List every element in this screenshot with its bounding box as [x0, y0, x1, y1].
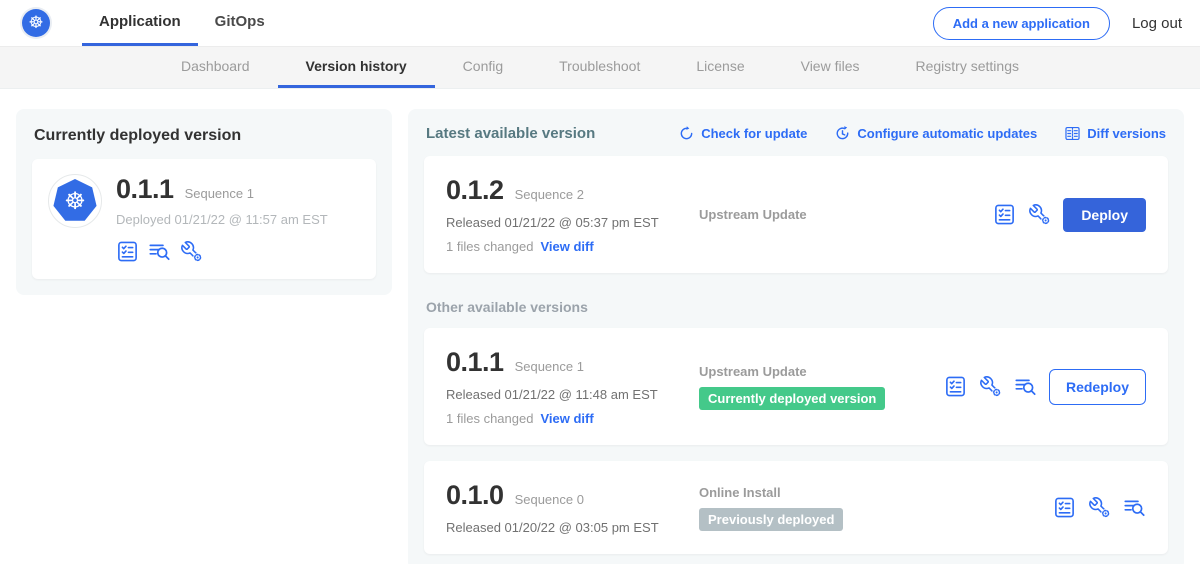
deploy-logs-icon[interactable] [1014, 375, 1037, 398]
subnav-label: Config [463, 58, 503, 74]
check-for-update-link[interactable]: Check for update [678, 125, 807, 142]
subnav-item-version-history[interactable]: Version history [278, 47, 435, 88]
currently-deployed-badge: Currently deployed version [699, 387, 885, 410]
version-sequence: Sequence 0 [515, 492, 584, 507]
version-history-page: Currently deployed version ☸ 0.1.1 Seque… [0, 89, 1200, 564]
subnav-label: License [696, 58, 744, 74]
deployed-sequence: Sequence 1 [185, 186, 254, 201]
version-sequence: Sequence 1 [515, 359, 584, 374]
released-timestamp: Released 01/20/22 @ 03:05 pm EST [446, 520, 699, 535]
deploy-logs-icon[interactable] [1123, 496, 1146, 519]
subnav-item-registry-settings[interactable]: Registry settings [888, 47, 1047, 88]
subnav-label: Dashboard [181, 58, 250, 74]
subnav-label: Troubleshoot [559, 58, 640, 74]
tab-gitops[interactable]: GitOps [198, 0, 282, 46]
edit-config-icon[interactable] [180, 240, 203, 263]
add-new-application-button[interactable]: Add a new application [933, 7, 1110, 40]
version-source: Online Install [699, 485, 1053, 500]
subnav-label: Registry settings [916, 58, 1019, 74]
version-card-0-1-1: 0.1.1 Sequence 1 Released 01/21/22 @ 11:… [424, 328, 1168, 445]
version-source: Upstream Update [699, 364, 944, 379]
preflight-checks-icon[interactable] [116, 240, 139, 263]
app-logo: ☸ [48, 174, 102, 228]
subnav-item-license[interactable]: License [668, 47, 772, 88]
kubernetes-wheel-icon: ☸ [28, 15, 43, 32]
subnav-label: Version history [306, 58, 407, 74]
app-subnav: Dashboard Version history Config Trouble… [0, 46, 1200, 89]
check-for-update-label: Check for update [701, 126, 807, 141]
schedule-update-icon [834, 125, 851, 142]
app-tabs: Application GitOps [82, 0, 282, 46]
tab-gitops-label: GitOps [215, 13, 265, 30]
diff-versions-label: Diff versions [1087, 126, 1166, 141]
released-timestamp: Released 01/21/22 @ 05:37 pm EST [446, 215, 699, 230]
deploy-button[interactable]: Deploy [1063, 198, 1146, 232]
version-number: 0.1.1 [446, 347, 504, 378]
deployed-timestamp: Deployed 01/21/22 @ 11:57 am EST [116, 212, 328, 227]
redeploy-button[interactable]: Redeploy [1049, 369, 1146, 405]
version-card-0-1-0: 0.1.0 Sequence 0 Released 01/20/22 @ 03:… [424, 461, 1168, 554]
deploy-logs-icon[interactable] [148, 240, 171, 263]
available-versions-panel: Latest available version Check for updat… [408, 109, 1184, 564]
view-diff-link[interactable]: View diff [540, 411, 593, 426]
other-available-versions-title: Other available versions [426, 299, 1166, 315]
previously-deployed-badge: Previously deployed [699, 508, 843, 531]
latest-available-title: Latest available version [426, 125, 595, 142]
preflight-checks-icon[interactable] [1053, 496, 1076, 519]
kubernetes-logo: ☸ [22, 9, 50, 37]
kubernetes-wheel-icon: ☸ [64, 189, 86, 213]
subnav-item-config[interactable]: Config [435, 47, 531, 88]
files-changed: 1 files changed [446, 411, 533, 426]
kubernetes-heptagon-icon: ☸ [53, 179, 97, 223]
subnav-item-troubleshoot[interactable]: Troubleshoot [531, 47, 668, 88]
refresh-icon [678, 125, 695, 142]
deployed-version-number: 0.1.1 [116, 174, 174, 205]
currently-deployed-card: ☸ 0.1.1 Sequence 1 Deployed 01/21/22 @ 1… [32, 159, 376, 279]
edit-config-icon[interactable] [1028, 203, 1051, 226]
version-number: 0.1.2 [446, 175, 504, 206]
subnav-item-view-files[interactable]: View files [773, 47, 888, 88]
currently-deployed-title: Currently deployed version [34, 127, 374, 145]
diff-icon [1064, 125, 1081, 142]
view-diff-link[interactable]: View diff [540, 239, 593, 254]
configure-automatic-updates-label: Configure automatic updates [857, 126, 1037, 141]
top-nav: ☸ Application GitOps Add a new applicati… [0, 0, 1200, 46]
subnav-label: View files [801, 58, 860, 74]
edit-config-icon[interactable] [979, 375, 1002, 398]
configure-automatic-updates-link[interactable]: Configure automatic updates [834, 125, 1037, 142]
files-changed: 1 files changed [446, 239, 533, 254]
logout-link[interactable]: Log out [1132, 15, 1182, 32]
available-actions: Check for update Configure automatic upd… [678, 125, 1166, 142]
version-card-0-1-2: 0.1.2 Sequence 2 Released 01/21/22 @ 05:… [424, 156, 1168, 273]
edit-config-icon[interactable] [1088, 496, 1111, 519]
tab-application-label: Application [99, 13, 181, 30]
currently-deployed-panel: Currently deployed version ☸ 0.1.1 Seque… [16, 109, 392, 295]
diff-versions-link[interactable]: Diff versions [1064, 125, 1166, 142]
released-timestamp: Released 01/21/22 @ 11:48 am EST [446, 387, 699, 402]
subnav-item-dashboard[interactable]: Dashboard [153, 47, 278, 88]
version-sequence: Sequence 2 [515, 187, 584, 202]
version-source: Upstream Update [699, 207, 993, 222]
tab-application[interactable]: Application [82, 0, 198, 46]
header-actions: Add a new application Log out [933, 0, 1200, 46]
version-number: 0.1.0 [446, 480, 504, 511]
preflight-checks-icon[interactable] [944, 375, 967, 398]
preflight-checks-icon[interactable] [993, 203, 1016, 226]
